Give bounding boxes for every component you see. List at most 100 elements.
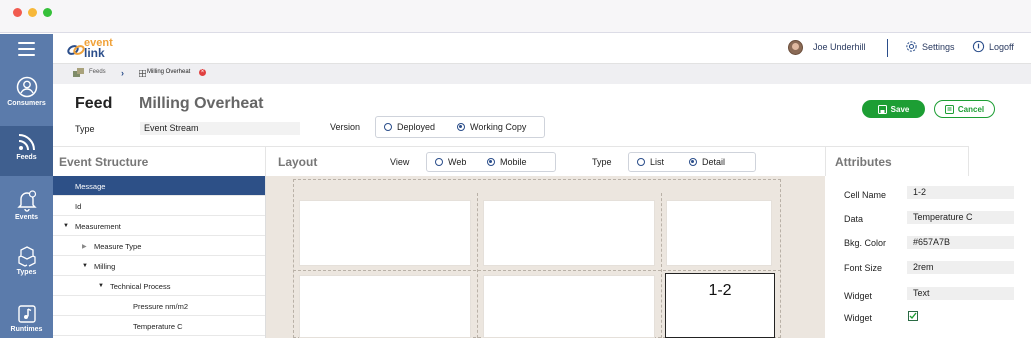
user-icon (16, 76, 37, 98)
settings-link[interactable]: Settings (905, 40, 955, 53)
minimize-window-button[interactable] (28, 8, 37, 17)
view-radio-group: Web Mobile (426, 152, 556, 172)
version-radio-group: Deployed Working Copy (375, 116, 545, 138)
layout-type-radio-group: List Detail (628, 152, 756, 172)
save-button[interactable]: Save (862, 100, 925, 118)
layout-type-label: Type (592, 157, 612, 167)
radio-icon (384, 123, 392, 131)
settings-label: Settings (922, 41, 955, 52)
user-name[interactable]: Joe Underhill (813, 42, 866, 52)
top-header: event link Joe Underhill Settings Logoff (53, 34, 1031, 64)
caret-down-icon[interactable]: ▼ (98, 283, 104, 289)
tree-row-measurement[interactable]: ▼ Measurement (53, 216, 265, 236)
type-radio-detail[interactable]: Detail (689, 157, 725, 167)
grid-divider (477, 193, 478, 338)
layout-cell-1-2-selected[interactable]: 1-2 (665, 273, 775, 338)
view-radio-web[interactable]: Web (435, 157, 466, 167)
page-title: Feed (75, 95, 113, 112)
cancel-button[interactable]: Cancel (934, 100, 995, 118)
sidebar-item-events[interactable]: Events (0, 190, 53, 240)
tree-row-pressure[interactable]: Pressure nm/m2 (53, 296, 265, 316)
data-field[interactable]: Temperature C (907, 211, 1014, 224)
type-radio-list[interactable]: List (637, 157, 664, 167)
breadcrumb: Feeds › Milling Overheat × (53, 64, 1031, 84)
grid-icon (139, 70, 146, 77)
sidebar-item-label: Feeds (16, 154, 37, 161)
widget-label: Widget (844, 291, 873, 301)
bkg-color-label: Bkg. Color (844, 238, 887, 248)
layout-cell-0-1[interactable] (483, 200, 655, 266)
attributes-header: Attributes (825, 146, 969, 176)
close-tab-icon[interactable]: × (199, 69, 206, 76)
layout-cell-1-1[interactable] (483, 275, 655, 338)
hamburger-icon[interactable] (18, 42, 35, 56)
layout-header: Layout View Web Mobile Type List Detail (266, 146, 825, 176)
caret-right-icon[interactable]: ▶ (82, 243, 87, 250)
sidebar: Consumers Feeds Events Types Runtimes (0, 34, 53, 338)
layout-canvas[interactable]: 1-2 (266, 176, 825, 338)
sidebar-item-consumers[interactable]: Consumers (0, 76, 53, 126)
breadcrumb-feeds-link[interactable]: Feeds (89, 69, 106, 75)
rss-icon (18, 134, 35, 151)
event-structure-tree: Message Id ▼ Measurement ▶ Measure Type ▼ M… (53, 176, 266, 338)
cubes-icon (17, 246, 36, 267)
version-radio-working-copy[interactable]: Working Copy (457, 122, 526, 132)
tree-row-message[interactable]: Message (53, 176, 265, 196)
widget-field[interactable]: Text (907, 287, 1014, 300)
sidebar-item-label: Events (15, 214, 38, 221)
radio-icon (637, 158, 645, 166)
data-label: Data (844, 214, 864, 224)
widget-checkbox-label: Widget (844, 313, 873, 323)
caret-down-icon[interactable]: ▼ (63, 223, 69, 229)
event-structure-title: Event Structure (59, 155, 149, 169)
link-logo-icon (67, 45, 85, 55)
font-size-label: Font Size (844, 263, 883, 273)
tree-row-milling[interactable]: ▼ Milling (53, 256, 265, 276)
radio-selected-icon (457, 123, 465, 131)
breadcrumb-current: Milling Overheat (147, 69, 191, 75)
version-label: Version (330, 122, 361, 132)
tree-row-id[interactable]: Id (53, 196, 265, 216)
grid-divider (293, 270, 781, 271)
bkg-color-field[interactable]: #657A7B (907, 236, 1014, 249)
cell-text: 1-2 (708, 282, 732, 299)
header-divider (887, 39, 888, 57)
widget-checkbox[interactable] (908, 311, 918, 321)
music-note-icon (17, 305, 36, 323)
sidebar-item-feeds[interactable]: Feeds (0, 126, 53, 176)
feeds-crumb-icon (73, 68, 84, 77)
tree-row-technical-process[interactable]: ▼ Technical Process (53, 276, 265, 296)
window-titlebar (0, 0, 1031, 33)
view-radio-mobile[interactable]: Mobile (487, 157, 527, 167)
cell-name-field[interactable]: 1-2 (907, 186, 1014, 199)
maximize-window-button[interactable] (43, 8, 52, 17)
sidebar-item-label: Runtimes (10, 326, 43, 333)
chevron-right-icon: › (121, 68, 124, 78)
view-label: View (390, 157, 410, 167)
type-label: Type (75, 124, 95, 134)
layout-cell-1-0[interactable] (299, 275, 471, 338)
caret-down-icon[interactable]: ▼ (82, 263, 88, 269)
radio-selected-icon (689, 158, 697, 166)
bell-icon (16, 190, 37, 212)
checkmark-icon (909, 312, 917, 320)
sidebar-item-label: Consumers (7, 100, 46, 107)
radio-icon (435, 158, 443, 166)
event-structure-header: Event Structure (53, 146, 266, 176)
event-link-logo[interactable]: event link (67, 37, 127, 60)
layout-cell-0-2[interactable] (666, 200, 772, 266)
version-radio-deployed[interactable]: Deployed (384, 122, 435, 132)
logoff-link[interactable]: Logoff (972, 40, 1014, 53)
sidebar-item-types[interactable]: Types (0, 245, 53, 295)
sidebar-item-runtimes[interactable]: Runtimes (0, 304, 53, 338)
close-window-button[interactable] (13, 8, 22, 17)
type-field[interactable]: Event Stream (140, 122, 300, 135)
power-info-icon (972, 40, 985, 53)
cell-name-label: Cell Name (844, 190, 887, 200)
font-size-field[interactable]: 2rem (907, 261, 1014, 274)
tree-row-temperature[interactable]: Temperature C (53, 316, 265, 336)
layout-cell-0-0[interactable] (299, 200, 471, 266)
avatar[interactable] (788, 40, 803, 55)
tree-row-measure-type[interactable]: ▶ Measure Type (53, 236, 265, 256)
feed-name-title: Milling Overheat (139, 95, 264, 112)
